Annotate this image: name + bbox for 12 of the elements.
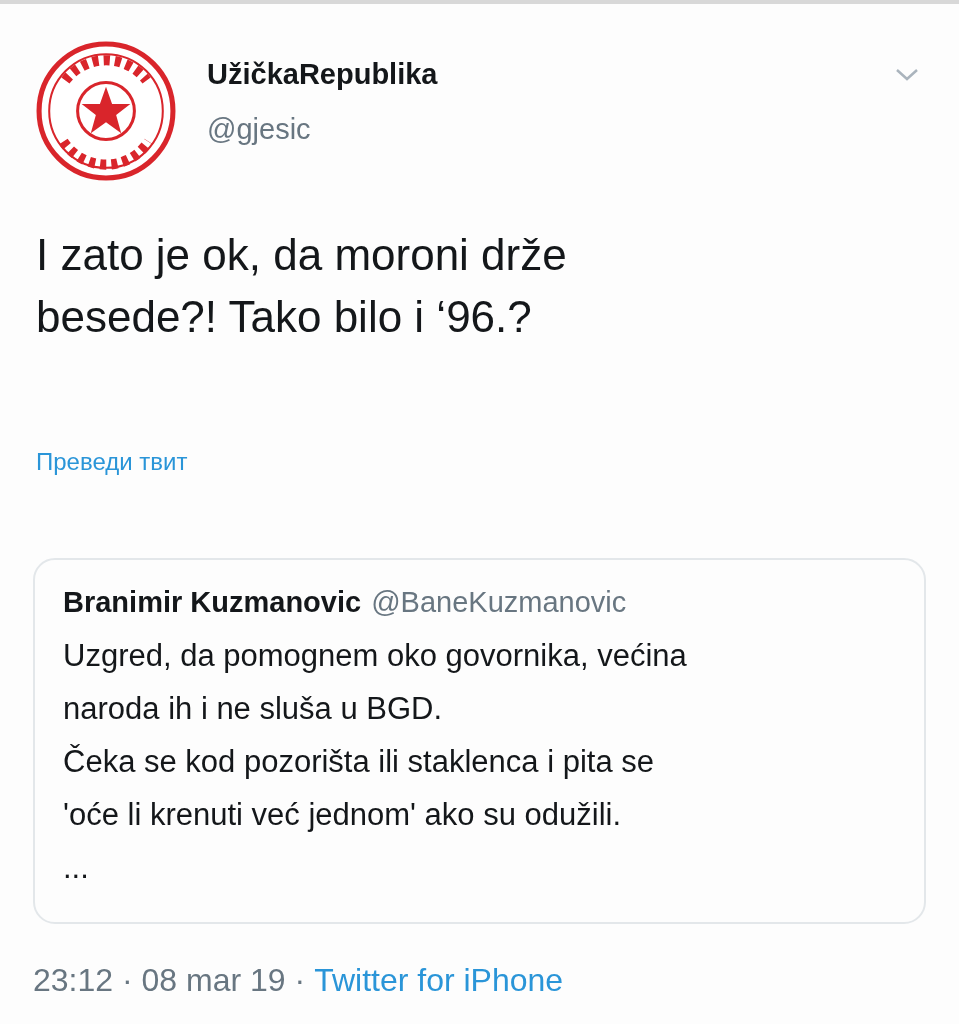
chevron-down-icon[interactable]	[895, 68, 919, 82]
tweet-text: I zato je ok, da moroni drže besede?! Tako bilo i ‘96.?	[36, 229, 568, 343]
timestamp: 23:12 · 08 mar 19 ·	[33, 962, 306, 999]
star-seal-icon	[35, 40, 177, 182]
author-name[interactable]: UžičkaRepublika	[207, 58, 895, 91]
quoted-tweet-text: Uzgred, da pomognem oko govornika, većina naroda ih i ne sluša u BGD. Čeka se kod pozorišta ili staklenca i pita se 'oće li krenuti već jednom' ako su odužili. ...	[63, 637, 688, 887]
source-link[interactable]: Twitter for iPhone	[314, 962, 564, 999]
translate-link[interactable]: Преведи твит	[36, 448, 188, 476]
quoted-author-handle: @BaneKuzmanovic	[371, 586, 627, 619]
quoted-author-name: Branimir Kuzmanovic	[63, 586, 362, 619]
quoted-tweet-card[interactable]: Branimir Kuzmanovic @BaneKuzmanovic Uzgred, da pomognem oko govornika, većina naroda ih i ne sluša u BGD. Čeka se kod pozorišta ili staklenca i pita se 'oće li krenuti već jednom' ako su odužili. ...	[33, 558, 926, 924]
author-handle[interactable]: @gjesic	[207, 113, 895, 146]
